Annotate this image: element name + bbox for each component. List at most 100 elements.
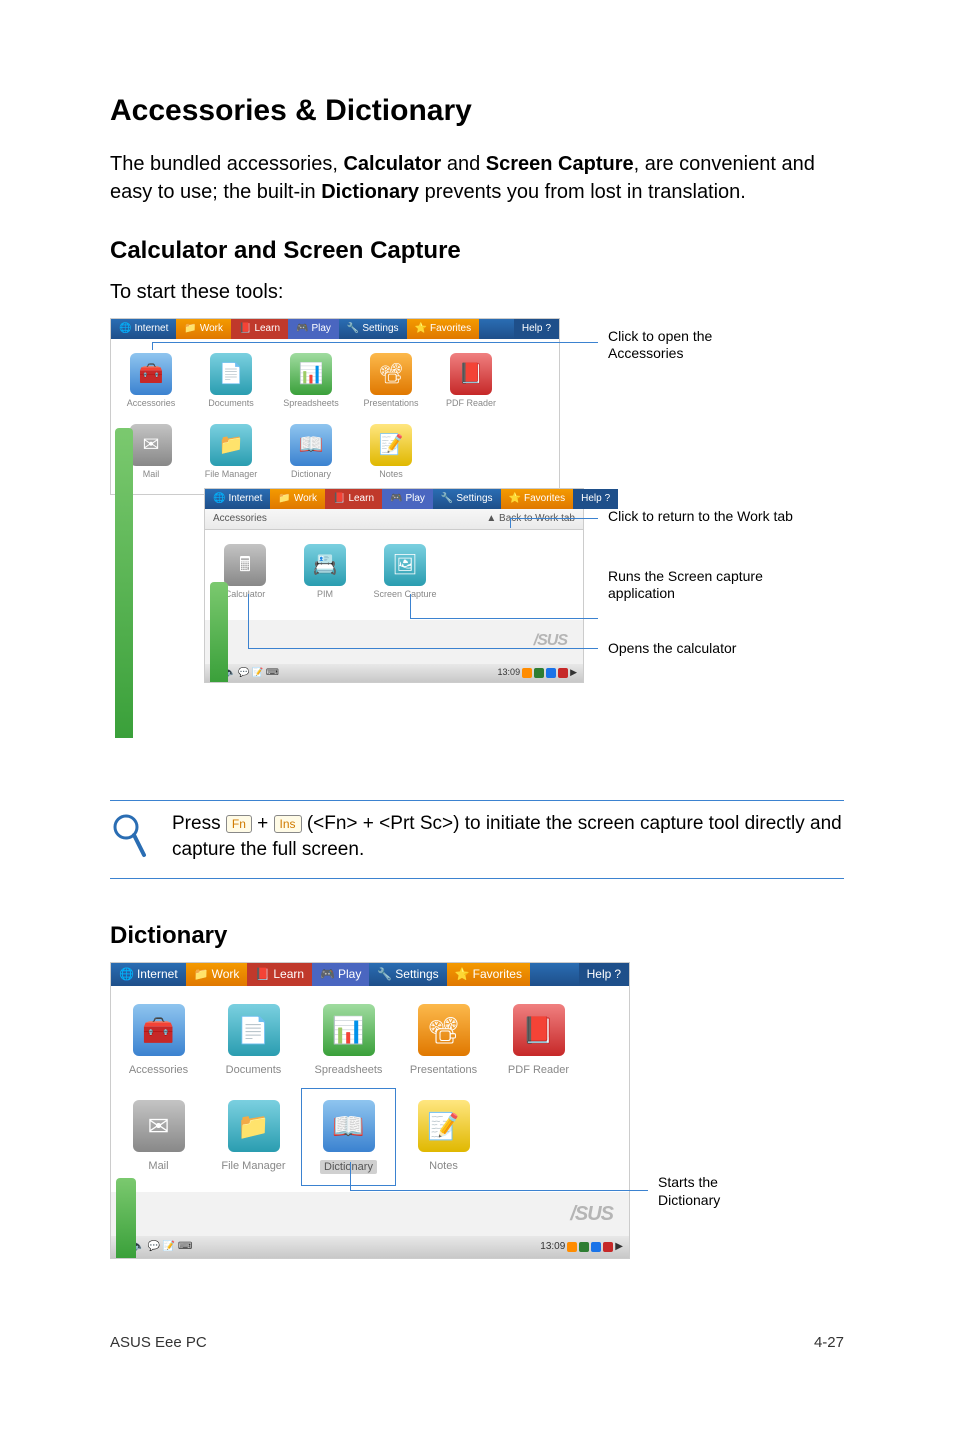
tab-help[interactable]: Help ? <box>514 319 559 339</box>
app-documents[interactable]: 📄Documents <box>191 345 271 417</box>
breadcrumb-back-link[interactable]: ▲ Back to Work tab <box>486 512 575 526</box>
tray-expand-icon[interactable]: ▶ <box>570 666 577 679</box>
app-notes[interactable]: 📝Notes <box>351 416 431 488</box>
section-sub: To start these tools: <box>110 278 844 306</box>
tray-expand-icon[interactable]: ▶ <box>615 1240 623 1254</box>
note-span: Press <box>172 813 226 834</box>
callout-runs-screen: Runs the Screen capture application <box>608 568 808 603</box>
magnifier-icon <box>110 811 154 868</box>
tab-learn[interactable]: 📕 Learn <box>231 319 288 339</box>
app-file-manager[interactable]: 📁File Manager <box>206 1088 301 1186</box>
tab-settings[interactable]: 🔧 Settings <box>433 489 501 509</box>
tray-dot-icon <box>534 668 544 678</box>
app-presentations[interactable]: 📽Presentations <box>351 345 431 417</box>
green-arrow-indicator <box>115 428 133 738</box>
footer-right: 4-27 <box>814 1332 844 1353</box>
system-tray: 13:09 ▶ <box>498 666 577 679</box>
taskbar: 📶 🔈 💬 📝 ⌨ 13:09 ▶ <box>205 664 583 682</box>
intro-text: and <box>441 153 485 175</box>
leader-line <box>248 648 598 649</box>
app-pim[interactable]: 📇PIM <box>285 536 365 614</box>
tray-dot-icon <box>591 1242 601 1252</box>
icon-label: Notes <box>429 1160 458 1172</box>
tab-play[interactable]: 🎮 Play <box>288 319 339 339</box>
app-dictionary[interactable]: 📖Dictionary <box>301 1088 396 1186</box>
tab-learn[interactable]: 📕 Learn <box>247 963 312 986</box>
leader-line <box>350 1162 351 1190</box>
system-tray: 13:09 ▶ <box>540 1240 623 1254</box>
tray-clock: 13:09 <box>540 1240 565 1254</box>
tab-label: Internet <box>228 492 262 506</box>
tab-bar: 🌐 Internet 📁 Work 📕 Learn 🎮 Play 🔧 Setti… <box>111 963 629 986</box>
app-spreadsheets[interactable]: 📊Spreadsheets <box>301 992 396 1088</box>
notes-icon: 📝 <box>418 1100 470 1152</box>
tab-settings[interactable]: 🔧 Settings <box>369 963 446 986</box>
app-spreadsheets[interactable]: 📊Spreadsheets <box>271 345 351 417</box>
pdf-icon: 📕 <box>513 1004 565 1056</box>
leader-line <box>510 518 598 519</box>
icon-label: Dictionary <box>320 1160 377 1174</box>
app-accessories[interactable]: 🧰Accessories <box>111 345 191 417</box>
note-box: Press Fn + Ins (<Fn> + <Prt Sc>) to init… <box>110 800 844 879</box>
pim-icon: 📇 <box>304 544 346 586</box>
app-pdf-reader[interactable]: 📕PDF Reader <box>431 345 511 417</box>
icon-label: Spreadsheets <box>283 399 339 409</box>
tab-label: Help <box>522 322 543 336</box>
tab-internet[interactable]: 🌐 Internet <box>111 319 176 339</box>
icon-label: PDF Reader <box>446 399 496 409</box>
tray-dot-icon <box>558 668 568 678</box>
accessories-icon: 🧰 <box>130 353 172 395</box>
tray-dot-icon <box>567 1242 577 1252</box>
intro-text: prevents you from lost in translation. <box>419 181 746 203</box>
tray-dot-icon <box>546 668 556 678</box>
tab-work[interactable]: 📁 Work <box>270 489 325 509</box>
presentations-icon: 📽 <box>370 353 412 395</box>
tab-work[interactable]: 📁 Work <box>176 319 231 339</box>
figure-accessories: 🌐 Internet 📁 Work 📕 Learn 🎮 Play 🔧 Setti… <box>110 318 844 788</box>
figure-dictionary: 🌐 Internet 📁 Work 📕 Learn 🎮 Play 🔧 Setti… <box>110 962 844 1272</box>
brand-logo: /SUS <box>570 1200 613 1228</box>
tab-favorites[interactable]: ⭐ Favorites <box>447 963 530 986</box>
app-documents[interactable]: 📄Documents <box>206 992 301 1088</box>
leader-line <box>510 518 511 528</box>
app-accessories[interactable]: 🧰Accessories <box>111 992 206 1088</box>
intro-paragraph: The bundled accessories, Calculator and … <box>110 150 844 206</box>
callout-open-accessories: Click to open the Accessories <box>608 328 788 363</box>
tab-play[interactable]: 🎮 Play <box>382 489 433 509</box>
page-title: Accessories & Dictionary <box>110 90 844 132</box>
tab-internet[interactable]: 🌐 Internet <box>111 963 186 986</box>
tab-favorites[interactable]: ⭐ Favorites <box>407 319 480 339</box>
leader-line <box>248 594 249 648</box>
tab-label: Play <box>311 322 330 336</box>
tab-settings[interactable]: 🔧 Settings <box>339 319 407 339</box>
app-notes[interactable]: 📝 Notes <box>396 1088 491 1186</box>
mail-icon: ✉ <box>133 1100 185 1152</box>
tab-favorites[interactable]: ⭐ Favorites <box>501 489 574 509</box>
brand-area: /SUS <box>205 620 583 664</box>
tab-learn[interactable]: 📕 Learn <box>325 489 382 509</box>
tab-play[interactable]: 🎮 Play <box>312 963 369 986</box>
tab-label: Work <box>294 492 317 506</box>
tab-internet[interactable]: 🌐 Internet <box>205 489 270 509</box>
footer-left: ASUS Eee PC <box>110 1332 207 1353</box>
tab-label: Favorites <box>473 966 522 983</box>
tab-label: Internet <box>137 966 178 983</box>
app-mail[interactable]: ✉ Mail <box>111 1088 206 1186</box>
leader-line <box>152 342 598 343</box>
icon-grid: 🧰Accessories 📄Documents 📊Spreadsheets 📽P… <box>111 339 559 495</box>
intro-bold-dictionary: Dictionary <box>321 181 419 203</box>
brand-logo: /SUS <box>534 630 567 652</box>
app-file-manager[interactable]: 📁File Manager <box>191 416 271 488</box>
icon-label: Mail <box>148 1160 168 1172</box>
app-screen-capture[interactable]: 🖼Screen Capture <box>365 536 445 614</box>
tab-help[interactable]: Help ? <box>579 963 629 986</box>
app-pdf-reader[interactable]: 📕 PDF Reader <box>491 992 586 1088</box>
icon-label: PDF Reader <box>508 1064 569 1076</box>
tab-work[interactable]: 📁 Work <box>186 963 248 986</box>
documents-icon: 📄 <box>228 1004 280 1056</box>
tab-label: Work <box>200 322 223 336</box>
mail-icon: ✉ <box>130 424 172 466</box>
tab-help[interactable]: Help ? <box>573 489 618 509</box>
app-dictionary[interactable]: 📖Dictionary <box>271 416 351 488</box>
app-presentations[interactable]: 📽Presentations <box>396 992 491 1088</box>
